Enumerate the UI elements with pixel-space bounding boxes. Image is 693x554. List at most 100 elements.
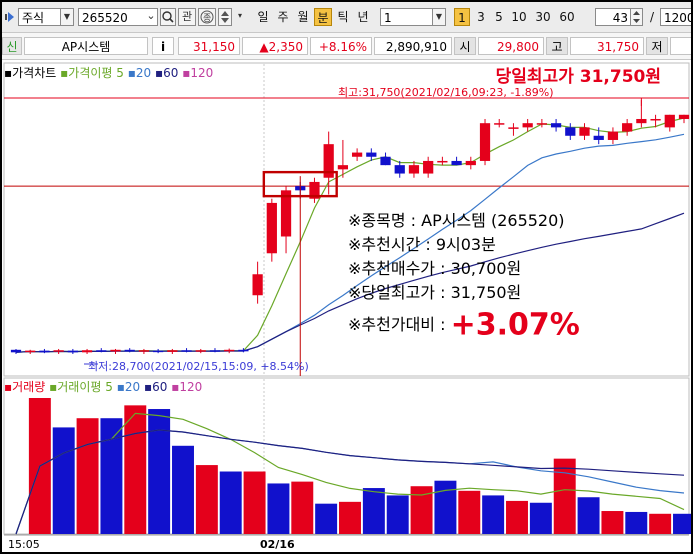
- candle-body: [167, 350, 178, 352]
- volume-bar: [195, 465, 218, 534]
- candle-body: [266, 202, 277, 254]
- candle-body: [380, 156, 391, 166]
- candle-body: [636, 118, 647, 124]
- candle-body: [494, 123, 505, 125]
- info-stock-name: ※종목명 : AP시스템 (265520): [348, 211, 565, 230]
- volume-bar: [625, 511, 648, 534]
- low-marker-label: 최저:28,700(2021/02/15,15:09, +8.54%): [88, 360, 309, 373]
- candle-body: [437, 160, 448, 163]
- candle-body: [153, 350, 164, 353]
- volume-bar: [506, 500, 528, 534]
- candle-body: [209, 350, 221, 352]
- candle-body: [351, 152, 363, 157]
- volume-bar: [76, 418, 99, 534]
- legend-ma-marker: ▪: [116, 380, 125, 394]
- legend-volume-ma60: 60: [152, 380, 168, 394]
- volume-bar: [482, 495, 505, 534]
- info-return-value: +3.07%: [450, 307, 580, 343]
- volume-legend: ▪거래량 ▪거래이평 5 ▪20 ▪60 ▪120: [4, 380, 202, 394]
- candle-body: [96, 350, 107, 352]
- volume-bar: [649, 513, 672, 534]
- volume-bar: [601, 511, 624, 534]
- info-recommend-time: ※추천시간 : 9시03분: [348, 235, 496, 254]
- legend-volume-title: 거래량: [12, 380, 46, 394]
- candle-body: [622, 123, 633, 132]
- legend-price-ma120: 120: [190, 66, 214, 80]
- volume-bar: [362, 488, 385, 534]
- volume-bar: [291, 481, 314, 534]
- info-day-high: ※당일최고가 : 31,750원: [348, 283, 522, 302]
- legend-ma-marker: ▪: [49, 380, 58, 394]
- volume-bar: [386, 495, 409, 534]
- legend-volume-ma5: 거래이평 5: [57, 380, 113, 394]
- candle-body: [53, 350, 64, 352]
- legend-marker: ▪: [4, 380, 13, 394]
- price-pane-frame: [3, 62, 690, 377]
- candle-body: [394, 165, 405, 174]
- candle-body: [550, 123, 562, 128]
- legend-ma-marker: ▪: [154, 66, 164, 80]
- candle-body: [423, 160, 434, 174]
- volume-bar: [52, 427, 75, 534]
- candle-body: [181, 350, 192, 352]
- candle-body: [451, 160, 462, 166]
- candle-body: [67, 350, 78, 353]
- candle-body: [10, 349, 22, 353]
- candle-body: [224, 349, 235, 352]
- candle-body: [337, 165, 349, 170]
- candle-body: [124, 349, 135, 352]
- candle-body: [238, 349, 249, 352]
- info-return-row: ※추천가대비 : +3.07%: [348, 310, 580, 340]
- candle-body: [565, 127, 576, 136]
- price-legend: ▪가격차트 ▪가격이평 5 ▪20 ▪60 ▪120: [4, 66, 213, 80]
- candle-body: [536, 123, 547, 125]
- candle-body: [25, 350, 36, 353]
- candle-body: [508, 127, 519, 129]
- volume-bar: [100, 418, 123, 534]
- legend-volume-ma120: 120: [179, 380, 203, 394]
- candle-body: [593, 135, 604, 140]
- candle-body: [408, 165, 420, 174]
- candle-body: [522, 123, 533, 128]
- volume-bar: [124, 405, 147, 534]
- candle-body: [607, 131, 619, 140]
- candle-body: [39, 350, 50, 353]
- recommendation-info: ※종목명 : AP시스템 (265520) ※추천시간 : 9시03분 ※추천매…: [348, 209, 580, 340]
- legend-price-ma60: 60: [163, 66, 179, 80]
- candle-body: [664, 114, 675, 128]
- legend-ma-marker: ▪: [127, 66, 136, 80]
- volume-bar: [267, 483, 290, 534]
- volume-bar: [458, 490, 481, 534]
- candle-body: [678, 114, 690, 119]
- candle-body: [110, 349, 121, 352]
- volume-bar: [673, 513, 691, 534]
- volume-bar: [434, 480, 457, 534]
- candle-body: [81, 350, 93, 353]
- candle-body: [138, 350, 150, 352]
- candle-body: [195, 350, 206, 352]
- volume-bar: [529, 502, 552, 534]
- volume-bar: [243, 471, 266, 534]
- candle-body: [579, 127, 590, 136]
- candle-body: [479, 123, 491, 161]
- candle-body: [650, 118, 661, 121]
- candle-body: [366, 152, 377, 157]
- volume-bar: [172, 445, 194, 534]
- legend-volume-ma20: 20: [124, 380, 141, 394]
- volume-bar: [315, 503, 338, 534]
- legend-ma-marker: ▪: [143, 380, 153, 394]
- high-marker-label: 최고:31,750(2021/02/16,09:23, -1.89%): [338, 86, 554, 99]
- info-recommend-price: ※추천매수가 : 30,700원: [348, 259, 522, 278]
- chart-window: 주식 ▼ 265520 ⌄ 관 종 ▾ 일 주 월 분 틱 년 1 ▼ 1 3 …: [2, 2, 691, 552]
- legend-marker: ▪: [4, 66, 13, 80]
- legend-price-title: 가격차트: [12, 66, 57, 80]
- candle-body: [252, 274, 263, 296]
- volume-bar: [219, 471, 242, 534]
- volume-bar: [577, 497, 600, 534]
- volume-bar: [553, 458, 576, 534]
- x-axis-label-2: 02/16: [260, 538, 295, 551]
- info-return-label: ※추천가대비 :: [348, 315, 446, 334]
- x-axis-label-1: 15:05: [8, 538, 40, 551]
- legend-price-ma20: 20: [135, 66, 152, 80]
- volume-bar: [339, 501, 361, 534]
